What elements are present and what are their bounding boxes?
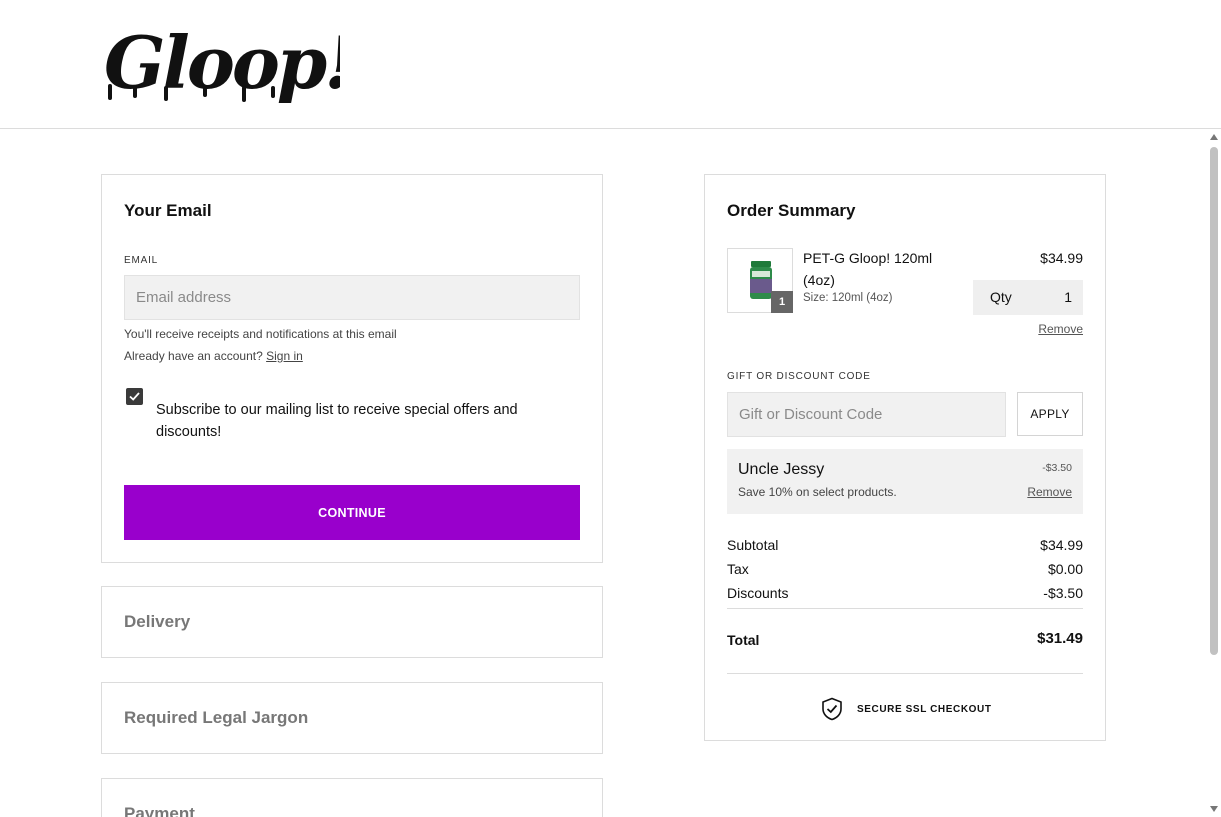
discount-description: Save 10% on select products. xyxy=(738,485,897,499)
delivery-section[interactable]: Delivery xyxy=(101,586,603,658)
subtotal-label: Subtotal xyxy=(727,537,779,553)
shield-check-icon xyxy=(822,697,842,721)
secure-checkout-badge: SECURE SSL CHECKOUT xyxy=(821,696,992,722)
delivery-title: Delivery xyxy=(124,612,191,631)
product-size: Size: 120ml (4oz) xyxy=(803,292,893,304)
checkout-content: Your Email EMAIL Email address You'll re… xyxy=(0,129,1207,817)
remove-item-link[interactable]: Remove xyxy=(1038,322,1083,336)
email-section: Your Email EMAIL Email address You'll re… xyxy=(101,174,603,563)
discounts-row: Discounts -$3.50 xyxy=(727,585,1083,601)
scroll-down-icon[interactable] xyxy=(1210,806,1218,812)
remove-discount-link[interactable]: Remove xyxy=(1027,485,1072,499)
tax-row: Tax $0.00 xyxy=(727,561,1083,577)
product-thumbnail: 1 xyxy=(727,248,793,313)
subtotal-row: Subtotal $34.99 xyxy=(727,537,1083,553)
site-header: Gloop! xyxy=(0,0,1221,129)
quantity-label: Qty xyxy=(990,289,1012,305)
email-input[interactable]: Email address xyxy=(124,275,580,320)
receipts-note: You'll receive receipts and notification… xyxy=(124,327,397,341)
quantity-badge: 1 xyxy=(771,291,793,313)
total-value: $31.49 xyxy=(1037,630,1083,647)
subscribe-label: Subscribe to our mailing list to receive… xyxy=(156,402,518,440)
sign-in-link[interactable]: Sign in xyxy=(266,349,303,363)
legal-title: Required Legal Jargon xyxy=(124,708,309,727)
product-price: $34.99 xyxy=(1040,250,1083,266)
scroll-up-icon[interactable] xyxy=(1210,134,1218,140)
page-scrollbar[interactable] xyxy=(1207,129,1221,817)
discount-amount: -$3.50 xyxy=(1042,462,1072,474)
tax-value: $0.00 xyxy=(1047,561,1083,577)
gift-code-label: GIFT OR DISCOUNT CODE xyxy=(727,371,871,382)
quantity-input[interactable]: Qty 1 xyxy=(973,280,1083,315)
account-prompt: Already have an account? xyxy=(124,349,263,363)
subtotal-value: $34.99 xyxy=(1040,537,1083,553)
subscribe-checkbox[interactable] xyxy=(126,388,143,405)
scrollbar-thumb[interactable] xyxy=(1210,147,1218,655)
payment-title: Payment xyxy=(124,804,195,817)
account-prompt-row: Already have an account? Sign in xyxy=(124,349,303,363)
payment-section[interactable]: Payment xyxy=(101,778,603,817)
quantity-value: 1 xyxy=(1064,289,1072,305)
checkmark-icon xyxy=(129,392,140,401)
continue-button[interactable]: CONTINUE xyxy=(124,485,580,540)
product-name: PET-G Gloop! 120ml (4oz) xyxy=(803,250,933,288)
gift-code-input[interactable]: Gift or Discount Code xyxy=(727,392,1006,437)
secure-checkout-label: SECURE SSL CHECKOUT xyxy=(857,703,992,715)
legal-section[interactable]: Required Legal Jargon xyxy=(101,682,603,754)
order-summary-title: Order Summary xyxy=(727,201,856,220)
logo-text: Gloop! xyxy=(104,20,340,105)
gloop-logo[interactable]: Gloop! xyxy=(100,14,340,109)
totals-divider xyxy=(727,608,1083,609)
order-summary: Order Summary 1 PET-G Gloop! 120ml (4oz)… xyxy=(704,174,1106,741)
applied-discount: Uncle Jessy -$3.50 Save 10% on select pr… xyxy=(727,449,1083,514)
total-row: Total $31.49 xyxy=(727,630,1083,648)
section-title: Your Email xyxy=(124,201,212,220)
discount-name: Uncle Jessy xyxy=(738,461,825,478)
discounts-value: -$3.50 xyxy=(1043,585,1083,601)
discounts-label: Discounts xyxy=(727,585,789,601)
secure-divider xyxy=(727,673,1083,674)
email-field-label: EMAIL xyxy=(124,255,159,266)
total-label: Total xyxy=(727,632,760,648)
tax-label: Tax xyxy=(727,561,749,577)
apply-button[interactable]: APPLY xyxy=(1017,392,1083,436)
